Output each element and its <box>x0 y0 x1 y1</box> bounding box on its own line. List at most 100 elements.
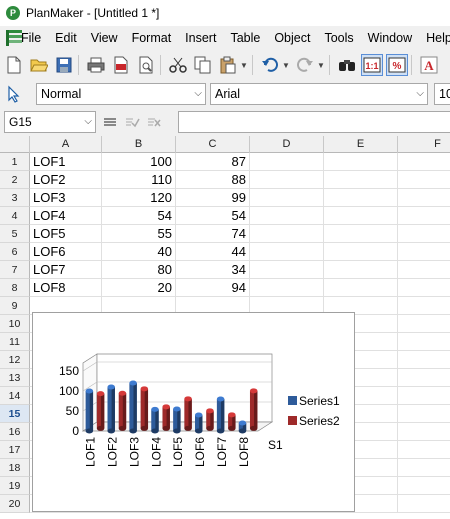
cell[interactable]: LOF3 <box>30 189 102 207</box>
cell[interactable]: LOF4 <box>30 207 102 225</box>
row-header[interactable]: 20 <box>0 495 30 513</box>
cell[interactable] <box>398 351 450 369</box>
cell[interactable] <box>324 225 398 243</box>
cell[interactable] <box>398 243 450 261</box>
column-header-d[interactable]: D <box>250 136 324 153</box>
find-icon[interactable] <box>336 54 358 76</box>
cell[interactable] <box>324 207 398 225</box>
cell[interactable] <box>250 225 324 243</box>
cell[interactable] <box>398 441 450 459</box>
cell[interactable]: 94 <box>176 279 250 297</box>
cell[interactable] <box>250 279 324 297</box>
pointer-icon[interactable] <box>6 85 24 106</box>
row-header[interactable]: 9 <box>0 297 30 315</box>
cell[interactable]: 44 <box>176 243 250 261</box>
cell[interactable] <box>398 369 450 387</box>
font-color-icon[interactable]: A <box>418 54 440 76</box>
cell[interactable]: 87 <box>176 153 250 171</box>
cell[interactable] <box>324 189 398 207</box>
cell[interactable] <box>398 477 450 495</box>
cell[interactable] <box>398 153 450 171</box>
row-header[interactable]: 5 <box>0 225 30 243</box>
row-header[interactable]: 14 <box>0 387 30 405</box>
cell[interactable] <box>398 297 450 315</box>
column-header-a[interactable]: A <box>30 136 102 153</box>
cell[interactable] <box>250 207 324 225</box>
column-header-e[interactable]: E <box>324 136 398 153</box>
cell[interactable] <box>250 153 324 171</box>
row-header[interactable]: 7 <box>0 261 30 279</box>
cell[interactable] <box>324 171 398 189</box>
print-preview-icon[interactable] <box>135 54 157 76</box>
pdf-icon[interactable] <box>110 54 132 76</box>
cell[interactable] <box>398 459 450 477</box>
cell[interactable] <box>250 261 324 279</box>
row-header[interactable]: 6 <box>0 243 30 261</box>
cell[interactable]: 100 <box>102 153 176 171</box>
menu-insert[interactable]: Insert <box>178 31 223 45</box>
font-size-select[interactable]: 10 <box>434 83 450 105</box>
menu-help[interactable]: Help <box>419 31 450 45</box>
cell[interactable]: LOF6 <box>30 243 102 261</box>
cell[interactable] <box>398 423 450 441</box>
cut-icon[interactable] <box>167 54 189 76</box>
undo-dropdown[interactable]: ▼ <box>281 54 291 76</box>
cell[interactable]: 99 <box>176 189 250 207</box>
cell[interactable]: 20 <box>102 279 176 297</box>
cell[interactable] <box>398 171 450 189</box>
redo-icon[interactable] <box>294 54 316 76</box>
cell[interactable]: 54 <box>102 207 176 225</box>
row-header[interactable]: 12 <box>0 351 30 369</box>
paragraph-style-select[interactable]: Normal ⌵ <box>36 83 206 105</box>
cell[interactable]: 74 <box>176 225 250 243</box>
new-icon[interactable] <box>3 54 25 76</box>
select-all-corner[interactable] <box>0 136 30 153</box>
cell[interactable] <box>324 243 398 261</box>
cell[interactable]: 80 <box>102 261 176 279</box>
cell[interactable] <box>398 189 450 207</box>
cell[interactable]: LOF1 <box>30 153 102 171</box>
cell[interactable] <box>250 189 324 207</box>
cell[interactable] <box>250 171 324 189</box>
cell[interactable]: LOF2 <box>30 171 102 189</box>
menu-format[interactable]: Format <box>125 31 179 45</box>
redo-dropdown[interactable]: ▼ <box>316 54 326 76</box>
print-icon[interactable] <box>85 54 107 76</box>
menu-view[interactable]: View <box>84 31 125 45</box>
menu-object[interactable]: Object <box>267 31 317 45</box>
cell[interactable] <box>398 495 450 513</box>
cell[interactable] <box>398 225 450 243</box>
column-header-f[interactable]: F <box>398 136 450 153</box>
menu-tools[interactable]: Tools <box>317 31 360 45</box>
cell[interactable] <box>324 153 398 171</box>
row-header[interactable]: 3 <box>0 189 30 207</box>
cell[interactable]: LOF7 <box>30 261 102 279</box>
cell[interactable] <box>398 261 450 279</box>
cell-reference-box[interactable]: G15 ⌵ <box>4 111 96 133</box>
cell[interactable]: LOF5 <box>30 225 102 243</box>
cell[interactable] <box>324 279 398 297</box>
paste-dropdown[interactable]: ▼ <box>239 54 249 76</box>
row-header[interactable]: 19 <box>0 477 30 495</box>
row-header[interactable]: 10 <box>0 315 30 333</box>
row-header[interactable]: 13 <box>0 369 30 387</box>
cell[interactable]: 54 <box>176 207 250 225</box>
accept-icon[interactable] <box>124 114 140 130</box>
paste-icon[interactable] <box>217 54 239 76</box>
column-header-c[interactable]: C <box>176 136 250 153</box>
cell[interactable]: 55 <box>102 225 176 243</box>
row-header[interactable]: 15 <box>0 405 30 423</box>
row-header[interactable]: 4 <box>0 207 30 225</box>
menu-table[interactable]: Table <box>223 31 267 45</box>
align-icon[interactable] <box>102 114 118 130</box>
row-header[interactable]: 17 <box>0 441 30 459</box>
cell[interactable]: 34 <box>176 261 250 279</box>
row-header[interactable]: 8 <box>0 279 30 297</box>
percent-icon[interactable]: % <box>386 54 408 76</box>
column-header-b[interactable]: B <box>102 136 176 153</box>
cell[interactable]: 40 <box>102 243 176 261</box>
zoom-100-icon[interactable]: 1:1 <box>361 54 383 76</box>
cell[interactable]: LOF8 <box>30 279 102 297</box>
cell[interactable] <box>250 243 324 261</box>
cell[interactable]: 110 <box>102 171 176 189</box>
